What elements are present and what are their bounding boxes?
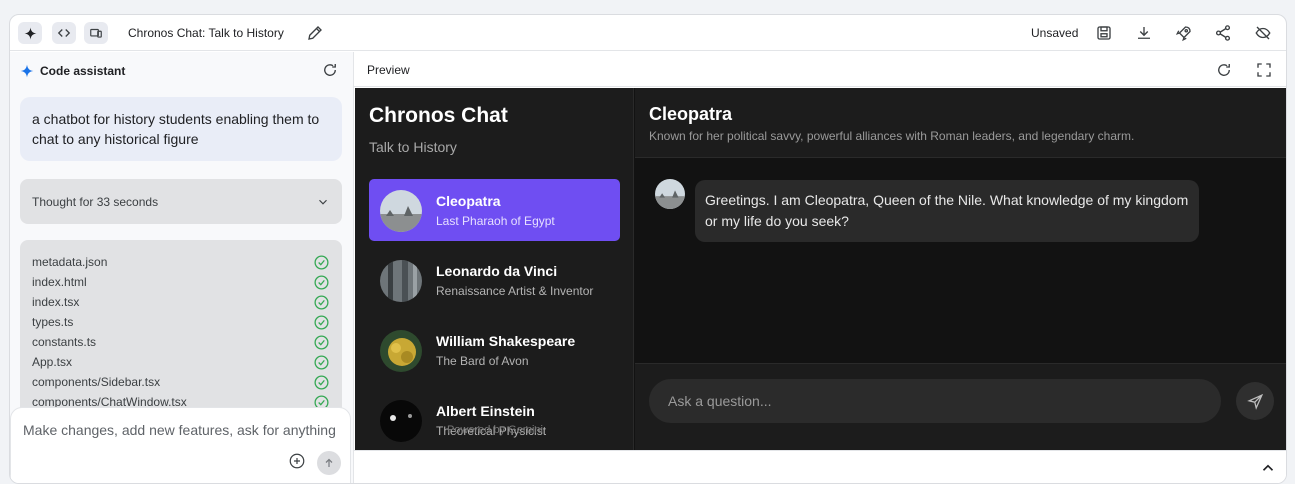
project-title: Chronos Chat: Talk to History <box>128 26 284 40</box>
chat-figure-desc: Known for her political savvy, powerful … <box>649 129 1135 143</box>
file-list: metadata.json index.html index.tsx types… <box>20 240 342 420</box>
avatar <box>380 260 422 302</box>
send-message-button[interactable] <box>1236 382 1274 420</box>
figure-item-cleopatra[interactable]: Cleopatra Last Pharaoh of Egypt <box>369 179 620 241</box>
assistant-send-button[interactable] <box>317 451 341 475</box>
figure-item-einstein[interactable]: Albert Einstein Theoretical Physicist <box>369 389 620 450</box>
check-circle-icon <box>314 334 329 350</box>
add-attachment-icon[interactable] <box>288 452 306 470</box>
figure-desc: Renaissance Artist & Inventor <box>436 284 594 298</box>
file-row[interactable]: metadata.json <box>32 252 330 272</box>
question-input-placeholder: Ask a question... <box>668 393 772 409</box>
check-circle-icon <box>314 314 329 330</box>
check-circle-icon <box>314 354 329 370</box>
chat-input-area: Ask a question... <box>635 363 1286 450</box>
figure-item-leonardo[interactable]: Leonardo da Vinci Renaissance Artist & I… <box>369 249 620 311</box>
app-title: Chronos Chat <box>369 104 508 127</box>
avatar <box>380 400 422 442</box>
chat-header: Cleopatra Known for her political savvy,… <box>635 88 1286 158</box>
gemini-spark-icon <box>20 64 34 78</box>
check-circle-icon <box>314 374 329 390</box>
file-name: index.html <box>32 275 87 289</box>
thought-label: Thought for 33 seconds <box>32 194 159 209</box>
visibility-off-icon[interactable] <box>1254 24 1272 42</box>
reload-preview-icon[interactable] <box>1215 61 1233 79</box>
top-bar: Chronos Chat: Talk to History Unsaved <box>10 15 1286 51</box>
chat-figure-name: Cleopatra <box>649 104 733 124</box>
save-status: Unsaved <box>1031 26 1079 40</box>
app-subtitle: Talk to History <box>369 139 457 155</box>
arrow-up-icon <box>325 458 333 467</box>
file-name: index.tsx <box>32 295 80 309</box>
figure-name: Albert Einstein <box>436 403 535 419</box>
fullscreen-icon[interactable] <box>1255 61 1273 79</box>
user-prompt: a chatbot for history students enabling … <box>20 97 342 161</box>
figure-name: William Shakespeare <box>436 333 576 349</box>
preview-header: Preview <box>354 52 1286 87</box>
file-name: constants.ts <box>32 335 97 349</box>
figure-desc: Last Pharaoh of Egypt <box>436 214 555 228</box>
file-row[interactable]: index.html <box>32 272 330 292</box>
app-window: Chronos Chat: Talk to History Unsaved Co… <box>9 14 1287 484</box>
check-circle-icon <box>314 274 329 290</box>
assistant-input[interactable]: Make changes, add new features, ask for … <box>10 407 351 483</box>
figure-desc: The Bard of Avon <box>436 354 529 368</box>
code-icon[interactable] <box>52 22 76 44</box>
code-assistant-title: Code assistant <box>40 64 126 78</box>
edit-pencil-icon[interactable] <box>306 24 324 42</box>
file-name: types.ts <box>32 315 74 329</box>
check-circle-icon <box>314 254 329 270</box>
preview-panel: Preview Chronos Chat Talk to History Cle… <box>353 52 1286 483</box>
file-name: metadata.json <box>32 255 108 269</box>
file-row[interactable]: types.ts <box>32 312 330 332</box>
file-row[interactable]: components/Sidebar.tsx <box>32 372 330 392</box>
avatar <box>380 190 422 232</box>
assistant-input-placeholder: Make changes, add new features, ask for … <box>23 422 336 438</box>
file-name: components/Sidebar.tsx <box>32 375 161 389</box>
download-icon[interactable] <box>1135 24 1153 42</box>
figure-item-shakespeare[interactable]: William Shakespeare The Bard of Avon <box>369 319 620 381</box>
code-assistant-header: Code assistant <box>20 62 125 80</box>
file-row[interactable]: index.tsx <box>32 292 330 312</box>
refresh-icon[interactable] <box>321 61 339 79</box>
figure-name: Cleopatra <box>436 193 501 209</box>
device-icon[interactable] <box>84 22 108 44</box>
send-icon <box>1246 393 1263 410</box>
deploy-rocket-icon[interactable] <box>1175 24 1193 42</box>
chevron-up-icon[interactable] <box>1259 459 1277 477</box>
share-icon[interactable] <box>1214 24 1232 42</box>
figure-sidebar: Chronos Chat Talk to History Cleopatra L… <box>355 88 634 450</box>
file-name: App.tsx <box>32 355 73 369</box>
thought-summary[interactable]: Thought for 33 seconds <box>20 179 342 224</box>
chronos-app: Chronos Chat Talk to History Cleopatra L… <box>355 88 1286 450</box>
question-input[interactable]: Ask a question... <box>649 379 1221 423</box>
avatar <box>380 330 422 372</box>
powered-by-label: Powered by Gemini <box>447 424 543 436</box>
figure-name: Leonardo da Vinci <box>436 263 558 279</box>
chevron-down-icon <box>319 199 327 205</box>
code-assistant-panel: Code assistant a chatbot for history stu… <box>10 52 353 483</box>
assistant-message: Greetings. I am Cleopatra, Queen of the … <box>695 180 1199 242</box>
check-circle-icon <box>314 294 329 310</box>
spark-icon[interactable] <box>18 22 42 44</box>
message-avatar <box>655 179 685 209</box>
file-row[interactable]: App.tsx <box>32 352 330 372</box>
file-row[interactable]: constants.ts <box>32 332 330 352</box>
preview-title: Preview <box>367 63 410 77</box>
save-icon[interactable] <box>1095 24 1113 42</box>
chat-window: Cleopatra Known for her political savvy,… <box>635 88 1286 450</box>
